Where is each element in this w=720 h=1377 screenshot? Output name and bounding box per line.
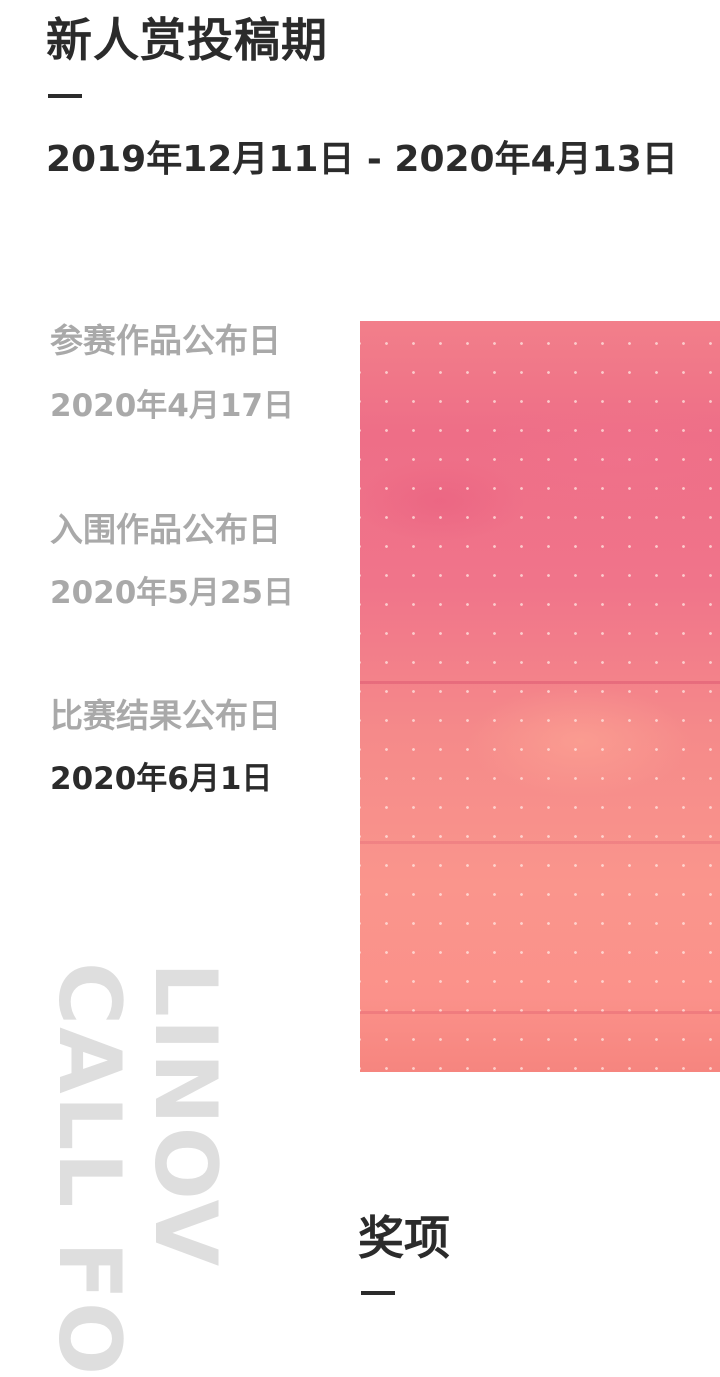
artwork-wave (360, 1011, 720, 1014)
artwork-dot-pattern (360, 321, 720, 1072)
schedule-item-label: 比赛结果公布日 (50, 696, 281, 735)
schedule-item-date: 2020年4月17日 (50, 388, 294, 424)
title-underline (48, 94, 82, 98)
watermark-text-call: CALL FO (39, 962, 139, 1377)
page-title: 新人赏投稿期 (46, 13, 328, 67)
awards-underline (361, 1291, 395, 1295)
watermark-text-linov: LINOV (135, 962, 235, 1269)
schedule-item-label: 入围作品公布日 (50, 510, 281, 549)
artwork-wave (360, 841, 720, 844)
awards-title: 奖项 (358, 1211, 450, 1265)
schedule-item-date: 2020年5月25日 (50, 575, 294, 611)
submission-period: 2019年12月11日 - 2020年4月13日 (46, 139, 678, 180)
decorative-artwork (360, 321, 720, 1072)
schedule-item-date: 2020年6月1日 (50, 761, 273, 797)
schedule-item-label: 参赛作品公布日 (50, 321, 281, 360)
artwork-wave (360, 681, 720, 684)
